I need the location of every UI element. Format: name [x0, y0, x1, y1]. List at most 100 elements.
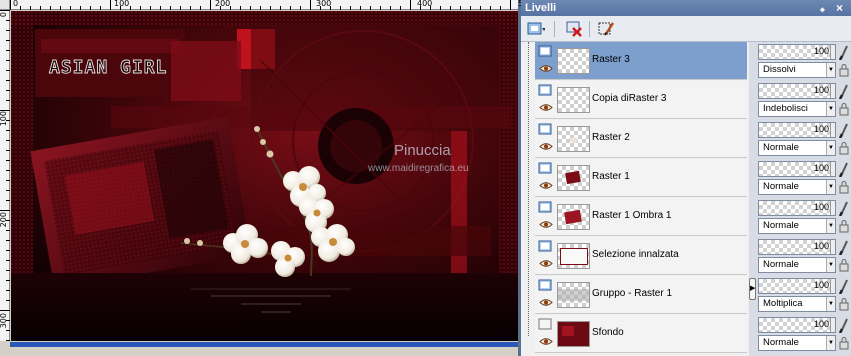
opacity-spinner[interactable] — [830, 279, 835, 293]
opacity-spinner[interactable] — [830, 162, 835, 176]
opacity-field[interactable]: 100 — [758, 161, 836, 177]
ruler-tick — [6, 200, 10, 201]
visibility-eye-icon[interactable] — [539, 337, 553, 346]
layer-name: Raster 1 — [592, 171, 630, 182]
chevron-down-icon[interactable]: ▼ — [826, 219, 835, 233]
lock-icon[interactable] — [838, 297, 850, 311]
blend-mode-select[interactable]: Normale ▼ — [758, 179, 836, 195]
chevron-down-icon[interactable]: ▼ — [826, 102, 835, 116]
close-icon[interactable]: × — [836, 0, 843, 16]
ruler-tick — [6, 260, 10, 261]
ruler-tick — [6, 240, 10, 241]
ruler-tick — [6, 160, 10, 161]
chevron-down-icon[interactable]: ▼ — [826, 336, 835, 350]
panel-splitter[interactable]: ▶ — [749, 42, 757, 356]
ruler-tick — [290, 6, 291, 10]
brush-icon[interactable] — [838, 200, 850, 216]
brush-icon[interactable] — [838, 122, 850, 138]
opacity-field[interactable]: 100 — [758, 122, 836, 138]
blend-mode-select[interactable]: Indebolisci ▼ — [758, 101, 836, 117]
ruler-tick — [370, 6, 371, 10]
brush-icon[interactable] — [838, 278, 850, 294]
blend-mode-select[interactable]: Normale ▼ — [758, 335, 836, 351]
artwork: Pinuccia www.maidiregrafica.eu ASIAN GIR… — [11, 11, 518, 341]
blend-mode-select[interactable]: Normale ▼ — [758, 218, 836, 234]
layer-property-row: 100 Moltiplica ▼ — [758, 276, 850, 314]
ruler-label: 100 — [0, 111, 8, 127]
opacity-spinner[interactable] — [830, 240, 835, 254]
opacity-field[interactable]: 100 — [758, 317, 836, 333]
raster-layer-icon — [538, 45, 552, 57]
ruler-tick — [450, 6, 451, 10]
opacity-spinner[interactable] — [830, 201, 835, 215]
ruler-label: 200 — [215, 0, 231, 8]
ruler-tick — [6, 230, 10, 231]
brush-icon[interactable] — [838, 317, 850, 333]
blend-mode-select[interactable]: Dissolvi ▼ — [758, 62, 836, 78]
chevron-down-icon[interactable]: ▼ — [826, 297, 835, 311]
ruler-tick — [270, 6, 271, 10]
opacity-spinner[interactable] — [830, 123, 835, 137]
edit-selection-button[interactable] — [597, 20, 615, 38]
visibility-eye-icon[interactable] — [539, 181, 553, 190]
ruler-tick — [400, 6, 401, 10]
layer-name: Copia diRaster 3 — [592, 93, 667, 104]
ruler-corner — [0, 0, 10, 10]
visibility-eye-icon[interactable] — [539, 103, 553, 112]
layer-row[interactable]: Raster 3 — [535, 42, 747, 80]
layer-row[interactable]: Raster 1 — [535, 159, 747, 197]
delete-layer-button[interactable] — [565, 20, 583, 38]
layer-row[interactable]: Gruppo - Raster 1 — [535, 276, 747, 314]
layer-row[interactable]: Sfondo — [535, 315, 747, 353]
opacity-field[interactable]: 100 — [758, 83, 836, 99]
blend-mode-select[interactable]: Moltiplica ▼ — [758, 296, 836, 312]
layers-panel-title-bar[interactable]: Livelli ⌖ × — [521, 0, 851, 16]
ruler-tick — [150, 6, 151, 10]
layer-list: Raster 3 Copia diRaster 3 Raster 2 Raster 1… — [521, 42, 749, 356]
lock-icon[interactable] — [838, 219, 850, 233]
new-layer-button[interactable] — [527, 20, 545, 38]
opacity-spinner[interactable] — [830, 318, 835, 332]
splitter-arrow-icon[interactable]: ▶ — [749, 278, 756, 300]
visibility-eye-icon[interactable] — [539, 298, 553, 307]
lock-icon[interactable] — [838, 180, 850, 194]
layer-name: Selezione innalzata — [592, 249, 679, 260]
visibility-eye-icon[interactable] — [539, 259, 553, 268]
chevron-down-icon[interactable]: ▼ — [826, 180, 835, 194]
opacity-field[interactable]: 100 — [758, 239, 836, 255]
lock-icon[interactable] — [838, 141, 850, 155]
layer-name: Raster 3 — [592, 54, 630, 65]
opacity-spinner[interactable] — [830, 84, 835, 98]
visibility-eye-icon[interactable] — [539, 64, 553, 73]
opacity-field[interactable]: 100 — [758, 44, 836, 60]
brush-icon[interactable] — [838, 239, 850, 255]
lock-icon[interactable] — [838, 102, 850, 116]
ruler-tick — [0, 10, 10, 11]
status-strip — [0, 341, 518, 356]
brush-icon[interactable] — [838, 44, 850, 60]
chevron-down-icon[interactable]: ▼ — [826, 258, 835, 272]
ruler-tick — [6, 40, 10, 41]
layer-property-row: 100 Normale ▼ — [758, 159, 850, 197]
chevron-down-icon[interactable]: ▼ — [826, 141, 835, 155]
blend-mode-value: Indebolisci — [763, 103, 808, 114]
opacity-spinner[interactable] — [830, 45, 835, 59]
brush-icon[interactable] — [838, 161, 850, 177]
visibility-eye-icon[interactable] — [539, 142, 553, 151]
layer-row[interactable]: Copia diRaster 3 — [535, 81, 747, 119]
chevron-down-icon[interactable]: ▼ — [826, 63, 835, 77]
lock-icon[interactable] — [838, 63, 850, 77]
brush-icon[interactable] — [838, 83, 850, 99]
ruler-tick — [0, 210, 10, 211]
lock-icon[interactable] — [838, 258, 850, 272]
blend-mode-select[interactable]: Normale ▼ — [758, 257, 836, 273]
layer-row[interactable]: Selezione innalzata — [535, 237, 747, 275]
opacity-field[interactable]: 100 — [758, 200, 836, 216]
opacity-field[interactable]: 100 — [758, 278, 836, 294]
layer-row[interactable]: Raster 2 — [535, 120, 747, 158]
image-canvas[interactable]: Pinuccia www.maidiregrafica.eu ASIAN GIR… — [11, 11, 518, 341]
blend-mode-select[interactable]: Normale ▼ — [758, 140, 836, 156]
lock-icon[interactable] — [838, 336, 850, 350]
layer-row[interactable]: Raster 1 Ombra 1 — [535, 198, 747, 236]
visibility-eye-icon[interactable] — [539, 220, 553, 229]
